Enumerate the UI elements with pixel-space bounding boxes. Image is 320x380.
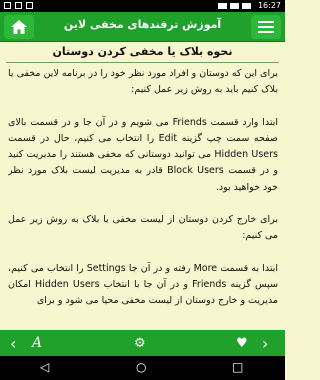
home-button[interactable] [4, 15, 34, 39]
next-button[interactable]: › [262, 330, 268, 356]
font-size-button[interactable]: A [32, 330, 42, 356]
previous-button[interactable]: ‹ [10, 330, 16, 356]
page-title: نحوه بلاک یا مخفی کردن دوستان [52, 45, 233, 58]
notification-icon [26, 2, 33, 9]
favorite-button[interactable]: ♥ [236, 330, 248, 356]
heart-icon: ♥ [236, 335, 248, 351]
article-body[interactable]: برای این که دوستان و افراد مورد نظر خود … [8, 66, 278, 328]
paragraph: ابتدا به قسمت More رفته و در آن جا Setti… [8, 262, 278, 307]
menu-button[interactable] [251, 15, 281, 39]
chevron-right-icon: › [262, 333, 269, 353]
battery-icon [242, 3, 251, 9]
recents-icon[interactable]: □ [232, 360, 243, 374]
notification-icon [4, 2, 11, 9]
system-icons [218, 0, 251, 9]
settings-button[interactable]: ⚙ [134, 330, 146, 356]
menu-icon [258, 18, 274, 36]
bottom-toolbar: ‹ A ⚙ ♥ › [0, 330, 285, 356]
clock: 16:27 [257, 1, 281, 10]
system-nav-bar: ◁ ○ □ [0, 356, 285, 380]
home-nav-icon[interactable]: ○ [136, 360, 146, 374]
paragraph: برای خارج کردن دوستان از لیست مخفی یا بل… [8, 214, 278, 242]
font-size-icon: A [32, 335, 43, 351]
back-icon[interactable]: ◁ [40, 360, 49, 374]
wifi-icon [218, 3, 227, 9]
paragraph: برای این که دوستان و افراد مورد نظر خود … [8, 68, 278, 96]
app-title: آموزش ترفندهای مخفی لاین [63, 18, 222, 31]
chevron-left-icon: ‹ [10, 333, 17, 353]
signal-icon [230, 3, 239, 9]
paragraph: ابتدا وارد قسمت Friends می شویم و در آن … [8, 116, 278, 193]
status-bar: 16:27 [0, 0, 285, 12]
divider [6, 62, 279, 63]
gear-icon: ⚙ [134, 335, 146, 351]
notification-icon [15, 2, 22, 9]
notification-icons [4, 0, 33, 9]
home-icon [11, 20, 27, 34]
app-header: آموزش ترفندهای مخفی لاین [0, 12, 285, 42]
